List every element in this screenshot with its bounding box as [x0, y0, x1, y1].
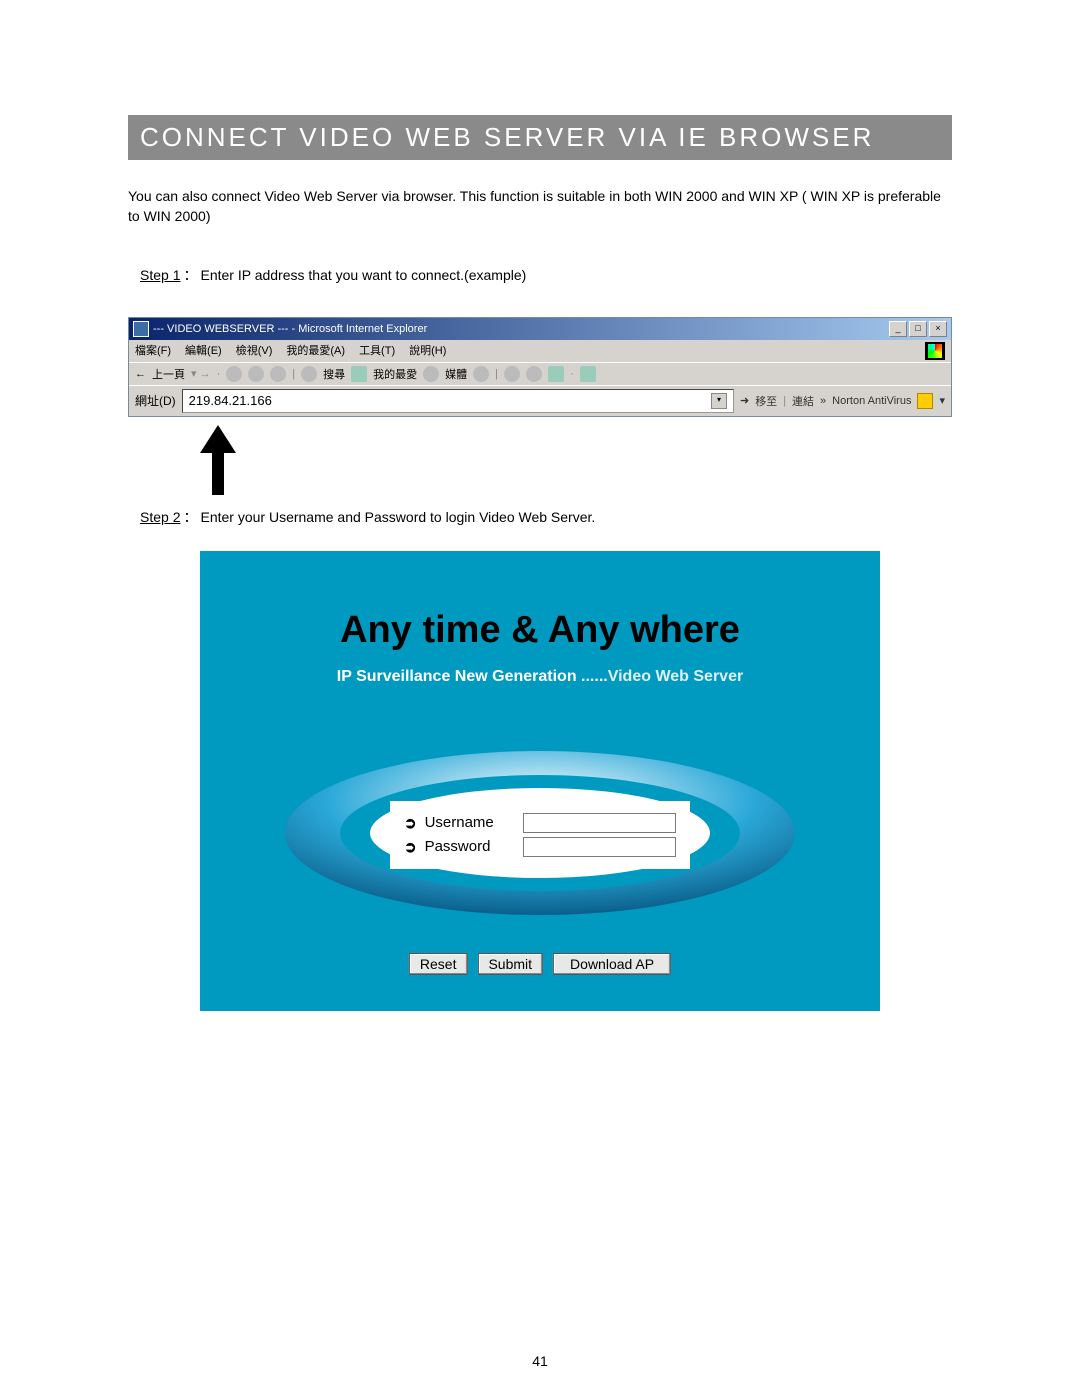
media-label[interactable]: 媒體 — [445, 366, 467, 382]
links-label[interactable]: 連結 — [792, 393, 814, 409]
maximize-button[interactable]: □ — [909, 321, 927, 337]
ie-window: --- VIDEO WEBSERVER --- - Microsoft Inte… — [128, 317, 952, 417]
step-2: Step 2：Enter your Username and Password … — [140, 507, 952, 527]
step-1: Step 1：Enter IP address that you want to… — [140, 265, 952, 285]
norton-icon — [917, 393, 933, 409]
address-input[interactable]: 219.84.21.166 ▾ — [182, 389, 734, 413]
password-label: Password — [425, 838, 515, 855]
username-label: Username — [425, 814, 515, 831]
page-number: 41 — [532, 1353, 548, 1369]
address-dropdown-icon[interactable]: ▾ — [711, 393, 727, 409]
login-subheading: IP Surveillance New Generation ......Vid… — [200, 668, 880, 686]
home-icon[interactable] — [270, 366, 286, 382]
menu-edit[interactable]: 編輯(E) — [185, 342, 222, 360]
intro-text: You can also connect Video Web Server vi… — [128, 186, 952, 227]
ie-titlebar: --- VIDEO WEBSERVER --- - Microsoft Inte… — [129, 318, 951, 340]
reset-button[interactable]: Reset — [409, 953, 468, 975]
refresh-icon[interactable] — [248, 366, 264, 382]
minimize-button[interactable]: _ — [889, 321, 907, 337]
print-icon[interactable] — [526, 366, 542, 382]
history-icon[interactable] — [473, 366, 489, 382]
media-icon[interactable] — [423, 366, 439, 382]
mail-icon[interactable] — [504, 366, 520, 382]
login-sub1: IP Surveillance New Generation ...... — [337, 668, 608, 685]
step-1-label: Step 1 — [140, 267, 180, 283]
bullet-icon: ➲ — [404, 838, 417, 856]
page-title-bar: CONNECT VIDEO WEB SERVER VIA IE BROWSER — [128, 115, 952, 160]
address-value: 219.84.21.166 — [189, 393, 272, 408]
search-label[interactable]: 搜尋 — [323, 366, 345, 382]
menu-file[interactable]: 檔案(F) — [135, 342, 171, 360]
ie-app-icon — [133, 321, 149, 337]
step-1-text: Enter IP address that you want to connec… — [200, 267, 526, 283]
favorites-icon[interactable] — [351, 366, 367, 382]
go-label[interactable]: 移至 — [755, 393, 777, 409]
menu-tools[interactable]: 工具(T) — [359, 342, 395, 360]
login-heading: Any time & Any where — [200, 551, 880, 652]
menu-help[interactable]: 說明(H) — [409, 342, 446, 360]
close-button[interactable]: × — [929, 321, 947, 337]
go-icon[interactable]: ➜ — [740, 394, 749, 407]
back-label[interactable]: 上一頁 — [152, 366, 185, 382]
ie-menubar: 檔案(F) 編輯(E) 檢視(V) 我的最愛(A) 工具(T) 說明(H) — [129, 340, 951, 363]
ie-throbber-icon — [925, 342, 945, 360]
back-icon[interactable]: ← — [135, 368, 146, 380]
discuss-icon[interactable] — [580, 366, 596, 382]
menu-view[interactable]: 檢視(V) — [236, 342, 273, 360]
stop-icon[interactable] — [226, 366, 242, 382]
username-input[interactable] — [523, 813, 676, 833]
login-ellipse: ➲ Username ➲ Password — [280, 746, 800, 921]
login-sub2: Video Web Server — [608, 668, 743, 685]
step-2-text: Enter your Username and Password to logi… — [200, 509, 595, 525]
address-label: 網址(D) — [135, 392, 176, 409]
download-ap-button[interactable]: Download AP — [553, 953, 671, 975]
login-panel: Any time & Any where IP Surveillance New… — [200, 551, 880, 1011]
pointer-arrow — [188, 427, 952, 507]
edit-icon[interactable] — [548, 366, 564, 382]
bullet-icon: ➲ — [404, 814, 417, 832]
submit-button[interactable]: Submit — [477, 953, 543, 975]
step-2-label: Step 2 — [140, 509, 180, 525]
favorites-label[interactable]: 我的最愛 — [373, 366, 417, 382]
norton-label: Norton AntiVirus — [832, 395, 911, 407]
ie-title-text: --- VIDEO WEBSERVER --- - Microsoft Inte… — [153, 323, 427, 335]
ie-toolbar: ← 上一頁 ▾ → · | 搜尋 我的最愛 媒體 | · — [129, 363, 951, 386]
login-button-row: Reset Submit Download AP — [409, 953, 671, 975]
credential-box: ➲ Username ➲ Password — [390, 801, 690, 869]
ie-address-bar: 網址(D) 219.84.21.166 ▾ ➜ 移至 | 連結 » Norton… — [129, 386, 951, 416]
menu-fav[interactable]: 我的最愛(A) — [286, 342, 345, 360]
password-input[interactable] — [523, 837, 676, 857]
search-icon[interactable] — [301, 366, 317, 382]
